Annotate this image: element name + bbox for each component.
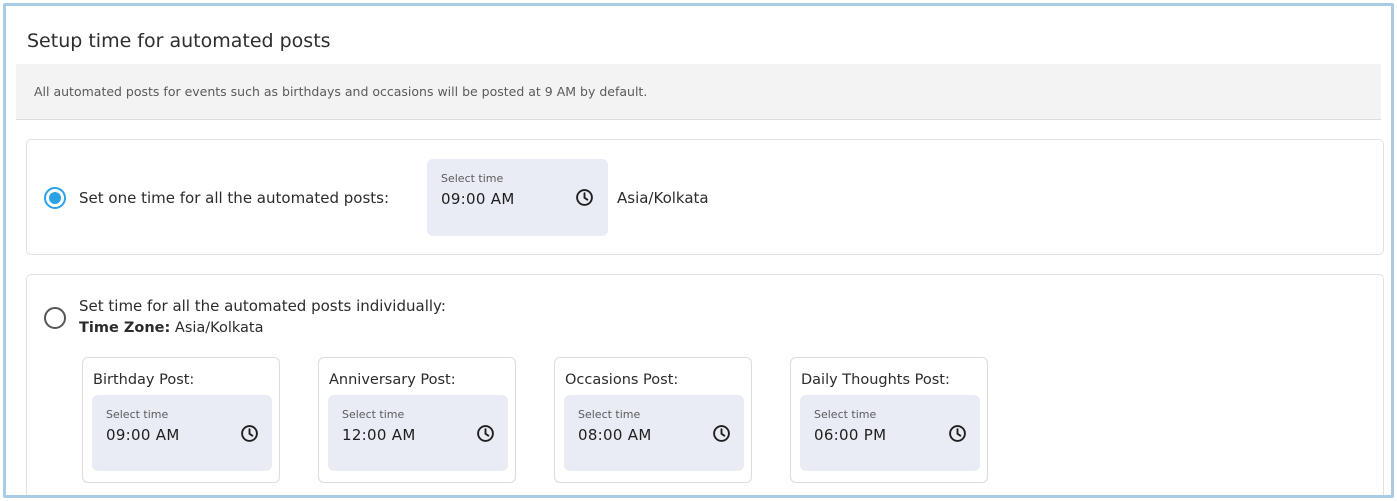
page-title: Setup time for automated posts bbox=[27, 30, 331, 52]
global-time-picker[interactable]: Select time 09:00 AM bbox=[427, 159, 608, 236]
clock-icon bbox=[477, 425, 494, 442]
timezone-line: Time Zone: Asia/Kolkata bbox=[79, 320, 263, 336]
birthday-time-picker[interactable]: Select time 09:00 AM bbox=[92, 395, 272, 471]
option-two-radio[interactable] bbox=[44, 307, 66, 329]
time-caption: Select time bbox=[106, 408, 169, 421]
time-value: 09:00 AM bbox=[106, 426, 180, 444]
option-one-card: Set one time for all the automated posts… bbox=[26, 139, 1384, 255]
option-one-label: Set one time for all the automated posts… bbox=[79, 189, 390, 207]
birthday-post-card: Birthday Post: Select time 09:00 AM bbox=[82, 357, 280, 483]
time-value: 08:00 AM bbox=[578, 426, 652, 444]
anniversary-post-card: Anniversary Post: Select time 12:00 AM bbox=[318, 357, 516, 483]
occasions-time-picker[interactable]: Select time 08:00 AM bbox=[564, 395, 744, 471]
option-two-card: Set time for all the automated posts ind… bbox=[26, 274, 1384, 495]
info-bar: All automated posts for events such as b… bbox=[16, 64, 1381, 120]
timezone-label: Time Zone: bbox=[79, 320, 171, 336]
post-label: Anniversary Post: bbox=[329, 372, 456, 388]
daily-thoughts-time-picker[interactable]: Select time 06:00 PM bbox=[800, 395, 980, 471]
option-two-label: Set time for all the automated posts ind… bbox=[79, 297, 446, 315]
panel-header: Setup time for automated posts All autom… bbox=[16, 16, 1381, 130]
info-text: All automated posts for events such as b… bbox=[34, 84, 648, 99]
time-caption: Select time bbox=[342, 408, 405, 421]
post-label: Occasions Post: bbox=[565, 372, 679, 388]
time-caption: Select time bbox=[814, 408, 877, 421]
time-caption: Select time bbox=[441, 172, 504, 185]
time-value: 12:00 AM bbox=[342, 426, 416, 444]
clock-icon bbox=[576, 189, 593, 206]
option-one-radio[interactable] bbox=[44, 187, 66, 209]
clock-icon bbox=[713, 425, 730, 442]
clock-icon bbox=[949, 425, 966, 442]
occasions-post-card: Occasions Post: Select time 08:00 AM bbox=[554, 357, 752, 483]
post-label: Birthday Post: bbox=[93, 372, 195, 388]
time-caption: Select time bbox=[578, 408, 641, 421]
automated-posts-panel: Setup time for automated posts All autom… bbox=[3, 3, 1394, 498]
anniversary-time-picker[interactable]: Select time 12:00 AM bbox=[328, 395, 508, 471]
daily-thoughts-post-card: Daily Thoughts Post: Select time 06:00 P… bbox=[790, 357, 988, 483]
timezone-text: Asia/Kolkata bbox=[617, 189, 709, 207]
post-label: Daily Thoughts Post: bbox=[801, 372, 950, 388]
time-value: 09:00 AM bbox=[441, 190, 515, 208]
time-value: 06:00 PM bbox=[814, 426, 887, 444]
timezone-value: Asia/Kolkata bbox=[174, 320, 264, 336]
clock-icon bbox=[241, 425, 258, 442]
